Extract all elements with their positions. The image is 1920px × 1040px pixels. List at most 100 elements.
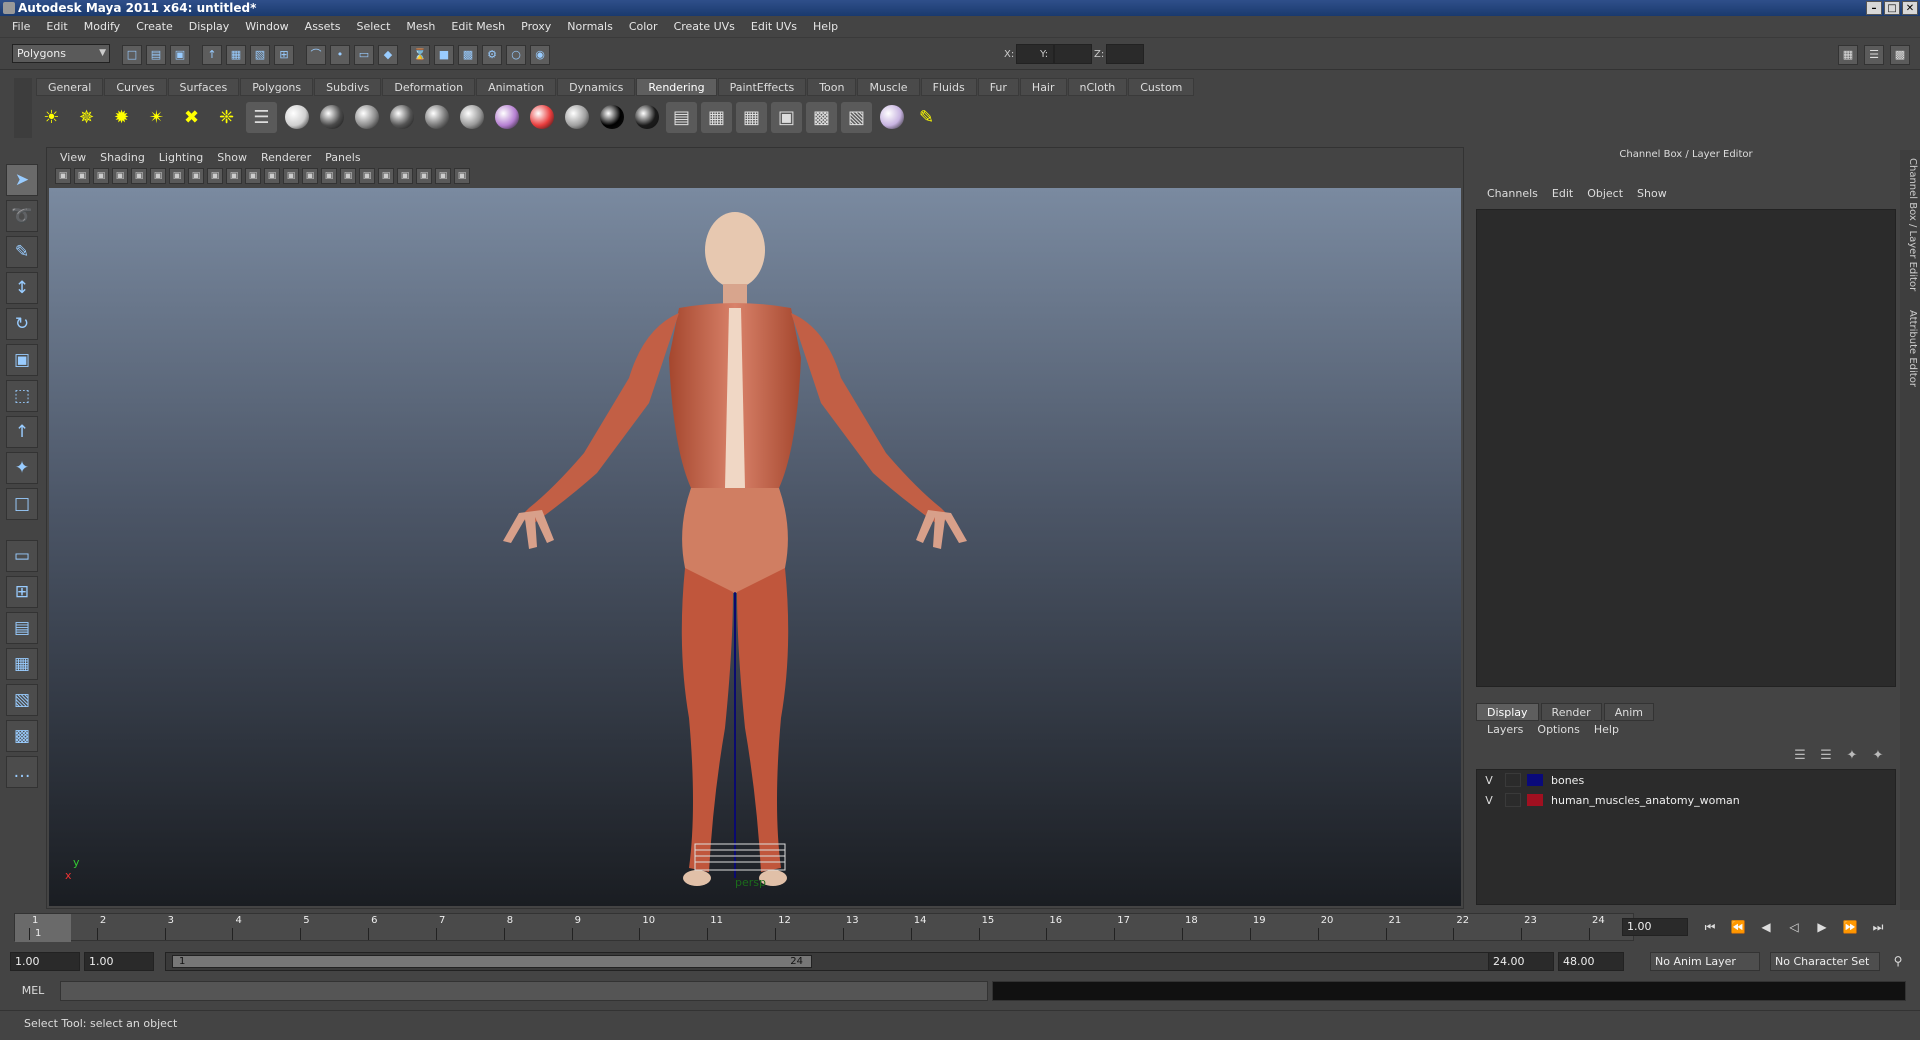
character-set-selector[interactable]: No Character Set bbox=[1770, 952, 1880, 971]
maximize-button[interactable]: □ bbox=[1884, 1, 1900, 15]
x-field[interactable] bbox=[1016, 44, 1054, 64]
select-tool-icon[interactable]: ➤ bbox=[6, 164, 38, 196]
layer-visibility-toggle[interactable]: V bbox=[1481, 794, 1497, 807]
select-component-icon[interactable]: ▧ bbox=[250, 45, 270, 65]
shelf-tab-polygons[interactable]: Polygons bbox=[240, 78, 314, 96]
play-backward-icon[interactable]: ◁ bbox=[1784, 918, 1804, 936]
snap-grid-icon[interactable]: ⊞ bbox=[274, 45, 294, 65]
y-field[interactable] bbox=[1054, 44, 1092, 64]
wireframe-on-shaded-icon[interactable]: ▣ bbox=[321, 168, 337, 184]
last-tool-icon[interactable]: □ bbox=[6, 488, 38, 520]
end-time-field[interactable]: 48.00 bbox=[1558, 952, 1624, 971]
side-tab-attribute-editor[interactable]: Attribute Editor bbox=[1902, 310, 1918, 387]
shelf-tab-hair[interactable]: Hair bbox=[1019, 78, 1067, 96]
spot-light-icon[interactable]: ✴ bbox=[141, 102, 172, 133]
grid-icon[interactable]: ▣ bbox=[169, 168, 185, 184]
playback-start-field[interactable]: 1.00 bbox=[84, 952, 154, 971]
render-frame-icon[interactable]: ■ bbox=[434, 45, 454, 65]
key-icon[interactable]: ⚲ bbox=[1888, 952, 1908, 970]
hypershade-icon[interactable]: ○ bbox=[506, 45, 526, 65]
open-scene-icon[interactable]: ▤ bbox=[146, 45, 166, 65]
layout-single-icon[interactable]: ▭ bbox=[6, 540, 38, 572]
menu-set-selector[interactable]: Polygons ▼ bbox=[12, 44, 110, 63]
wireframe-icon[interactable]: ▣ bbox=[283, 168, 299, 184]
sphere-phong-icon[interactable] bbox=[351, 102, 382, 133]
shelf-tab-rendering[interactable]: Rendering bbox=[636, 78, 717, 96]
layer-display-type[interactable] bbox=[1505, 773, 1521, 787]
select-object-icon[interactable]: ▦ bbox=[226, 45, 246, 65]
sphere-rainbow-icon[interactable] bbox=[526, 102, 557, 133]
layer-row[interactable]: Vbones bbox=[1477, 770, 1895, 790]
volume-light-icon[interactable]: ❈ bbox=[211, 102, 242, 133]
close-button[interactable]: ✕ bbox=[1902, 1, 1918, 15]
lasso-tool-icon[interactable]: ➰ bbox=[6, 200, 38, 232]
menu-create[interactable]: Create bbox=[128, 16, 181, 38]
menu-help[interactable]: Help bbox=[805, 16, 846, 38]
channel-menu-show[interactable]: Show bbox=[1630, 187, 1674, 203]
layout-outliner-icon[interactable]: ▤ bbox=[6, 612, 38, 644]
two-d-pan-icon[interactable]: ▣ bbox=[131, 168, 147, 184]
new-layer-selected-icon[interactable]: ✦ bbox=[1868, 747, 1888, 765]
layout-four-icon[interactable]: ⊞ bbox=[6, 576, 38, 608]
menu-create-uvs[interactable]: Create UVs bbox=[666, 16, 743, 38]
menu-window[interactable]: Window bbox=[237, 16, 296, 38]
play-forward-icon[interactable]: ▶ bbox=[1812, 918, 1832, 936]
menu-edit[interactable]: Edit bbox=[38, 16, 75, 38]
shelf-tab-toon[interactable]: Toon bbox=[807, 78, 857, 96]
panel-menu-renderer[interactable]: Renderer bbox=[254, 151, 318, 164]
layout-extra-icon[interactable]: … bbox=[6, 756, 38, 788]
current-frame-marker[interactable] bbox=[15, 914, 71, 942]
use-all-lights-icon[interactable]: ▣ bbox=[359, 168, 375, 184]
select-camera-icon[interactable]: ▣ bbox=[55, 168, 71, 184]
layer-color-swatch[interactable] bbox=[1527, 794, 1543, 806]
panel-menu-view[interactable]: View bbox=[53, 151, 93, 164]
ambient-light-icon[interactable]: ☀ bbox=[36, 102, 67, 133]
go-to-end-icon[interactable]: ⏭ bbox=[1868, 918, 1888, 936]
new-scene-icon[interactable]: □ bbox=[122, 45, 142, 65]
bookmark-icon[interactable]: ▣ bbox=[93, 168, 109, 184]
menu-modify[interactable]: Modify bbox=[76, 16, 128, 38]
time-slider[interactable]: 1 2 3 4 5 6 7 8 9 10 11 12 13 14 15 16 17 18 19 20 21 22 23 24 1 bbox=[14, 913, 1634, 942]
anatomy-model[interactable] bbox=[49, 188, 1461, 906]
panel-menu-lighting[interactable]: Lighting bbox=[152, 151, 210, 164]
panel-menu-panels[interactable]: Panels bbox=[318, 151, 367, 164]
shelf-tab-fluids[interactable]: Fluids bbox=[920, 78, 977, 96]
layer-row[interactable]: Vhuman_muscles_anatomy_woman bbox=[1477, 790, 1895, 810]
snap-point-icon[interactable]: • bbox=[330, 45, 350, 65]
move-layer-up-icon[interactable]: ☰ bbox=[1790, 747, 1810, 765]
area-light-icon[interactable]: ✖ bbox=[176, 102, 207, 133]
ipr-render-icon[interactable]: ▩ bbox=[458, 45, 478, 65]
menu-file[interactable]: File bbox=[4, 16, 38, 38]
sphere-lambert-icon[interactable] bbox=[281, 102, 312, 133]
point-light-icon[interactable]: ✹ bbox=[106, 102, 137, 133]
menu-edit-mesh[interactable]: Edit Mesh bbox=[443, 16, 513, 38]
textured-icon[interactable]: ▣ bbox=[340, 168, 356, 184]
snap-plane-icon[interactable]: ▭ bbox=[354, 45, 374, 65]
step-back-frame-icon[interactable]: ◀ bbox=[1756, 918, 1776, 936]
shelf-tab-subdivs[interactable]: Subdivs bbox=[314, 78, 382, 96]
channel-menu-object[interactable]: Object bbox=[1580, 187, 1630, 203]
move-layer-down-icon[interactable]: ☰ bbox=[1816, 747, 1836, 765]
scale-tool-icon[interactable]: ▣ bbox=[6, 344, 38, 376]
channel-menu-edit[interactable]: Edit bbox=[1545, 187, 1580, 203]
shelf-tab-custom[interactable]: Custom bbox=[1128, 78, 1195, 96]
sphere-phonge-icon[interactable] bbox=[386, 102, 417, 133]
render-node-icon[interactable]: ▧ bbox=[841, 101, 872, 133]
xray-icon[interactable]: ▣ bbox=[397, 168, 413, 184]
smooth-shade-icon[interactable]: ▣ bbox=[302, 168, 318, 184]
texture-layered-icon[interactable]: ▩ bbox=[806, 101, 837, 133]
range-slider[interactable]: 1 24 bbox=[165, 952, 1495, 971]
film-gate-icon[interactable]: ▣ bbox=[188, 168, 204, 184]
menu-mesh[interactable]: Mesh bbox=[398, 16, 443, 38]
channel-box-toggle-icon[interactable]: ▩ bbox=[1890, 45, 1910, 65]
shelf-tab-animation[interactable]: Animation bbox=[476, 78, 557, 96]
step-forward-key-icon[interactable]: ⏩ bbox=[1840, 918, 1860, 936]
camera-icon[interactable]: ☰ bbox=[246, 101, 277, 133]
perspective-viewport[interactable]: y x persp bbox=[49, 188, 1461, 906]
layer-tab-render[interactable]: Render bbox=[1540, 703, 1602, 721]
render-sphere-icon[interactable] bbox=[876, 102, 907, 133]
soft-mod-icon[interactable]: ↑ bbox=[6, 416, 38, 448]
snap-curve-icon[interactable]: ⌒ bbox=[306, 45, 326, 65]
anim-layer-selector[interactable]: No Anim Layer bbox=[1650, 952, 1760, 971]
menu-display[interactable]: Display bbox=[181, 16, 238, 38]
